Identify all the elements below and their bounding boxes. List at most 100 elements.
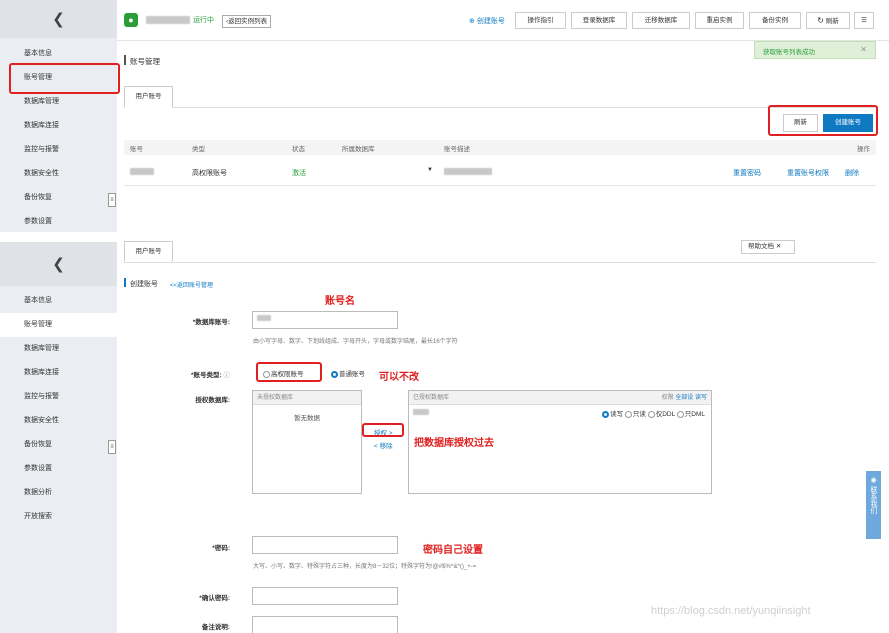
- col-ops: 操作: [857, 146, 870, 153]
- confirm-password-input[interactable]: [252, 587, 398, 605]
- restart-instance-button[interactable]: 重启实例: [695, 12, 744, 29]
- annotation-account-name: 账号名: [325, 296, 355, 307]
- sidebar-item-basic-info[interactable]: 基本信息: [0, 289, 117, 313]
- title-bar-accent: [124, 55, 126, 65]
- radio-normal[interactable]: 普通账号: [331, 368, 365, 378]
- password-label: *密码:: [212, 545, 230, 552]
- sidebar-top: ❮ 基本信息 账号管理 数据库管理 数据库连接 监控与报警 数据安全性 备份恢复…: [0, 0, 117, 232]
- instance-name: [146, 16, 190, 24]
- highlight-authorize: [362, 423, 404, 437]
- no-data-text: 暂无数据: [294, 415, 320, 422]
- highlight-action-buttons: [768, 105, 878, 136]
- collapse-icon[interactable]: ≡: [108, 440, 116, 454]
- password-input[interactable]: [252, 536, 398, 554]
- collapse-icon[interactable]: ≡: [108, 193, 116, 207]
- confirm-password-label: *确认密码:: [199, 595, 230, 602]
- remark-label: 备注说明:: [201, 624, 230, 631]
- instance-status: 运行中: [193, 17, 214, 24]
- perm-options: 读写 只读 仅DDL 只DML: [602, 408, 705, 418]
- help-icon[interactable]: ⓘ: [224, 372, 231, 379]
- tab-user-account[interactable]: 用户账号: [124, 241, 173, 262]
- col-db: 所属数据库: [342, 146, 375, 153]
- remove-link[interactable]: < 移除: [374, 440, 393, 450]
- perm-rw-dot: [602, 410, 610, 418]
- highlight-account-mgmt: [9, 63, 120, 94]
- sidebar-item-params[interactable]: 参数设置: [0, 210, 117, 232]
- account-type-label: *账号类型: ⓘ: [190, 372, 231, 379]
- sidebar-item-security[interactable]: 数据安全性: [0, 409, 117, 433]
- col-desc: 账号描述: [444, 146, 470, 153]
- col-status: 状态: [292, 146, 305, 153]
- refresh-icon: ↻: [817, 16, 824, 25]
- db-account-input[interactable]: [252, 311, 398, 329]
- sidebar-item-analysis[interactable]: 数据分析: [0, 481, 117, 505]
- sidebar-item-db-connection[interactable]: 数据库连接: [0, 114, 117, 138]
- contact-us-button[interactable]: ◉ 联系我们: [866, 471, 881, 539]
- create-account-link[interactable]: ⊕ 创建账号: [469, 16, 505, 26]
- perm-dml[interactable]: 只DML: [676, 410, 705, 418]
- row-status: 激活: [292, 170, 306, 177]
- sidebar-item-params[interactable]: 参数设置: [0, 457, 117, 481]
- sidebar-item-backup[interactable]: 备份恢复: [0, 186, 117, 210]
- perm-ddl-dot: [647, 410, 655, 418]
- success-toast: 获取账号列表成功 ✕: [754, 41, 876, 59]
- toast-close-icon[interactable]: ✕: [860, 45, 867, 54]
- back-chevron-icon[interactable]: ❮: [0, 0, 117, 38]
- sidebar-item-db-connection[interactable]: 数据库连接: [0, 361, 117, 385]
- table-header: 账号 类型 状态 所属数据库 账号描述 操作: [124, 140, 876, 155]
- toast-text: 获取账号列表成功: [763, 49, 815, 56]
- remark-input[interactable]: [252, 616, 398, 633]
- back-chevron-icon[interactable]: ❮: [0, 242, 117, 286]
- sidebar-item-monitor[interactable]: 监控与报警: [0, 385, 117, 409]
- perm-readonly-dot: [624, 410, 632, 418]
- backup-instance-button[interactable]: 备份实例: [749, 12, 801, 29]
- auth-db-label: 授权数据库:: [195, 397, 230, 404]
- sidebar-item-security[interactable]: 数据安全性: [0, 162, 117, 186]
- password-hint: 大写、小写、数字、特殊字符占三种，长度为8－32位；特殊字符为!@#$%^&*(…: [253, 564, 477, 570]
- set-rw-link[interactable]: 读写: [695, 395, 707, 401]
- sidebar-item-open-search[interactable]: 开放搜索: [0, 505, 117, 529]
- unauth-header: 未授权数据库: [253, 391, 361, 405]
- row-type: 高权限账号: [192, 170, 227, 177]
- row-account-name: [130, 168, 154, 175]
- row-desc: [444, 168, 492, 175]
- list-icon: ☰: [861, 17, 867, 24]
- top-refresh-button[interactable]: ↻ 刷新: [806, 12, 850, 29]
- reset-password-link[interactable]: 重置密码: [733, 168, 761, 178]
- reset-permission-link[interactable]: 重置账号权限: [787, 168, 829, 178]
- highlight-account-type: [256, 362, 322, 382]
- sidebar-item-account-mgmt[interactable]: 账号管理: [0, 313, 117, 337]
- annotation-grant-db: 把数据库授权过去: [414, 438, 494, 449]
- db-account-value: [257, 315, 271, 321]
- col-type: 类型: [192, 146, 205, 153]
- sidebar-item-backup[interactable]: 备份恢复: [0, 433, 117, 457]
- delete-link[interactable]: 删除: [845, 168, 859, 178]
- perm-rw[interactable]: 读写: [602, 410, 623, 418]
- chat-icon: ◉: [870, 477, 877, 484]
- close-icon[interactable]: ✕: [776, 243, 781, 250]
- back-to-account-link[interactable]: <<返回账号管理: [170, 280, 213, 289]
- watermark: https://blog.csdn.net/yunqiinsight: [651, 605, 811, 617]
- col-account: 账号: [130, 146, 143, 153]
- login-db-button[interactable]: 登录数据库: [571, 12, 627, 29]
- db-account-hint: 由小写字母、数字、下划线组成、字母开头，字母或数字结尾，最长16个字符: [253, 339, 458, 345]
- tab-baseline: [124, 262, 876, 263]
- row-db-dropdown-icon[interactable]: ▼: [427, 167, 433, 173]
- tab-user-account[interactable]: 用户账号: [124, 86, 173, 108]
- title-bar-accent: [124, 278, 126, 287]
- guide-button[interactable]: 操作指引: [515, 12, 566, 29]
- help-doc-popup[interactable]: 帮助文档 ✕: [741, 240, 795, 254]
- annotation-set-password: 密码自己设置: [423, 545, 483, 556]
- perm-readonly[interactable]: 只读: [624, 410, 646, 418]
- sidebar-bottom: ❮ 基本信息 账号管理 数据库管理 数据库连接 监控与报警 数据安全性 备份恢复…: [0, 242, 117, 633]
- menu-list-button[interactable]: ☰: [854, 12, 874, 29]
- back-to-list-button[interactable]: ‹返回实例列表: [222, 15, 272, 28]
- radio-normal-dot: [331, 370, 338, 378]
- sidebar-item-monitor[interactable]: 监控与报警: [0, 138, 117, 162]
- sidebar-item-db-mgmt[interactable]: 数据库管理: [0, 337, 117, 361]
- authed-header-right: 权限 全部设 读写: [661, 395, 707, 401]
- set-all-link[interactable]: 全部设: [675, 395, 693, 401]
- perm-ddl[interactable]: 仅DDL: [647, 410, 675, 418]
- instance-logo-icon: ●: [124, 13, 138, 27]
- migrate-db-button[interactable]: 迁移数据库: [632, 12, 690, 29]
